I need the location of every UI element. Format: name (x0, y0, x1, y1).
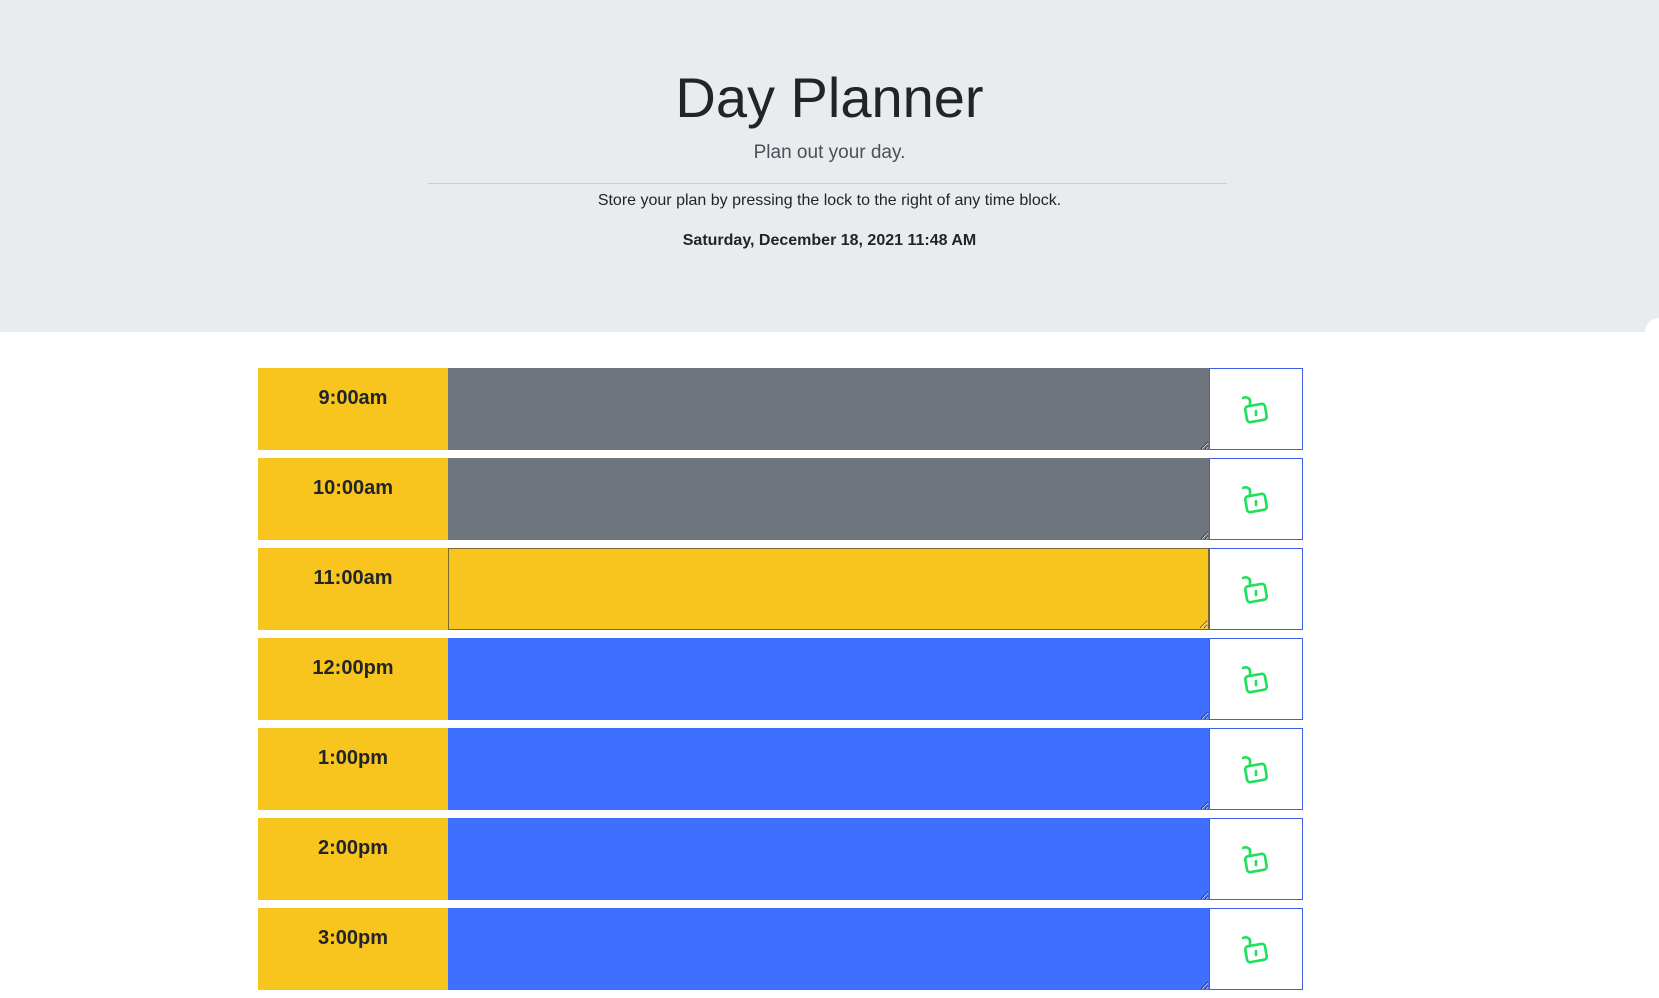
hour-label: 1:00pm (258, 728, 448, 810)
description-input[interactable] (448, 458, 1209, 540)
lock-open-icon (1241, 392, 1270, 427)
time-block-12pm: 12:00pm (258, 638, 1303, 720)
save-button[interactable] (1209, 548, 1303, 630)
hour-label: 10:00am (258, 458, 448, 540)
save-button[interactable] (1209, 458, 1303, 540)
time-block-3pm: 3:00pm (258, 908, 1303, 990)
description-input[interactable] (448, 548, 1209, 630)
page-title: Day Planner (675, 66, 984, 129)
save-button[interactable] (1209, 638, 1303, 720)
hour-label: 11:00am (258, 548, 448, 630)
description-input[interactable] (448, 638, 1209, 720)
lock-open-icon (1241, 482, 1270, 517)
description-input[interactable] (448, 728, 1209, 810)
lock-open-icon (1241, 752, 1270, 787)
save-button[interactable] (1209, 908, 1303, 990)
planner-container: 9:00am 10:00am 11:00am 12:00pm 1:00pm 2:… (258, 368, 1303, 998)
header-divider (428, 183, 1227, 184)
save-button[interactable] (1209, 368, 1303, 450)
jumbotron-header: Day Planner Plan out your day. Store you… (0, 0, 1659, 332)
lock-open-icon (1241, 932, 1270, 967)
time-block-2pm: 2:00pm (258, 818, 1303, 900)
instructions-text: Store your plan by pressing the lock to … (597, 192, 1062, 209)
page-subtitle: Plan out your day. (753, 142, 906, 163)
lock-open-icon (1241, 662, 1270, 697)
hour-label: 3:00pm (258, 908, 448, 990)
description-input[interactable] (448, 908, 1209, 990)
time-block-9am: 9:00am (258, 368, 1303, 450)
hour-label: 2:00pm (258, 818, 448, 900)
save-button[interactable] (1209, 818, 1303, 900)
time-block-10am: 10:00am (258, 458, 1303, 540)
save-button[interactable] (1209, 728, 1303, 810)
description-input[interactable] (448, 368, 1209, 450)
current-day: Saturday, December 18, 2021 11:48 AM (682, 232, 977, 249)
lock-open-icon (1241, 842, 1270, 877)
description-input[interactable] (448, 818, 1209, 900)
lock-open-icon (1241, 572, 1270, 607)
time-block-11am: 11:00am (258, 548, 1303, 630)
hour-label: 9:00am (258, 368, 448, 450)
hour-label: 12:00pm (258, 638, 448, 720)
time-block-1pm: 1:00pm (258, 728, 1303, 810)
